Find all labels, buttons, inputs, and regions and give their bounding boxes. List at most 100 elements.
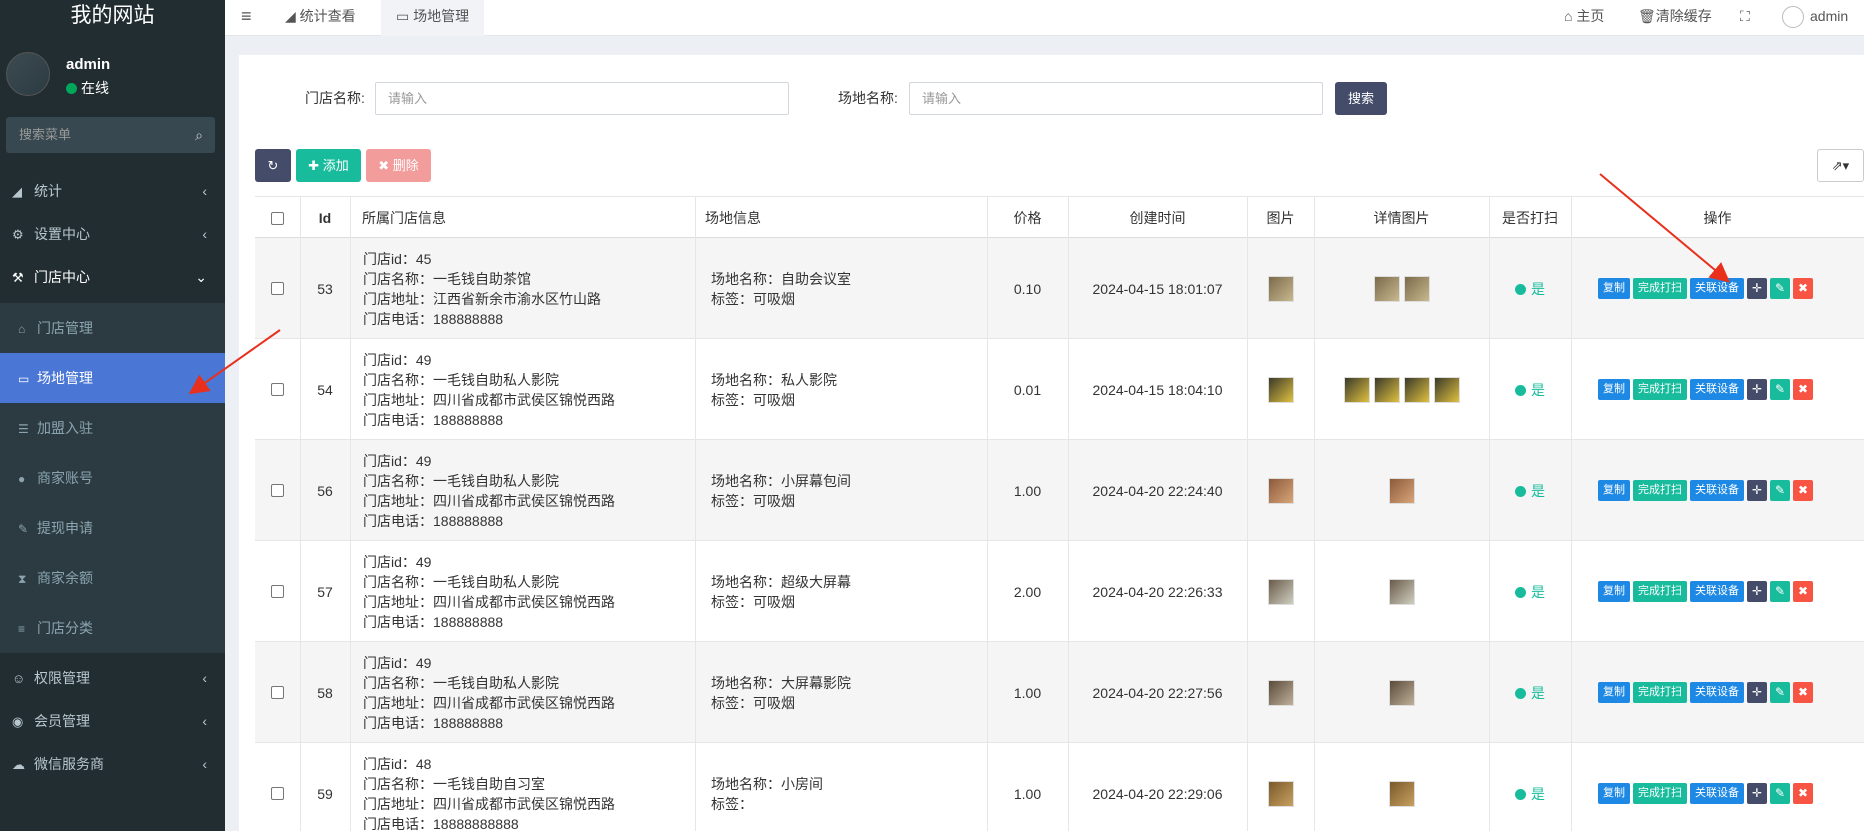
image-thumbnail[interactable] — [1267, 780, 1294, 807]
link-device-button[interactable]: 关联设备 — [1690, 581, 1744, 602]
detail-image-thumbnail[interactable] — [1373, 376, 1400, 403]
detail-image-thumbnail[interactable] — [1388, 578, 1415, 605]
row-checkbox[interactable] — [271, 686, 284, 699]
delete-button[interactable]: ✖ 删除 — [366, 149, 431, 182]
edit-button[interactable]: ✎ — [1770, 783, 1790, 804]
row-checkbox[interactable] — [271, 787, 284, 800]
edit-button[interactable]: ✎ — [1770, 682, 1790, 703]
copy-button[interactable]: 复制 — [1598, 581, 1630, 602]
copy-button[interactable]: 复制 — [1598, 278, 1630, 299]
row-checkbox[interactable] — [271, 282, 284, 295]
site-title[interactable]: 我的网站 — [0, 0, 225, 34]
store-info-cell: 门店id：49 门店名称：一毛钱自助私人影院 门店地址：四川省成都市武侯区锦悦西路门… — [350, 541, 695, 642]
detail-image-thumbnail[interactable] — [1388, 679, 1415, 706]
detail-image-thumbnail[interactable] — [1433, 376, 1460, 403]
fullscreen-icon[interactable]: ⛶ — [1740, 0, 1750, 34]
image-thumbnail[interactable] — [1267, 477, 1294, 504]
row-checkbox[interactable] — [271, 383, 284, 396]
finish-cleaning-button[interactable]: 完成打扫 — [1633, 682, 1687, 703]
image-thumbnail[interactable] — [1267, 578, 1294, 605]
menu-search-input[interactable]: 搜索菜单 ⌕ — [6, 117, 215, 153]
detail-image-thumbnail[interactable] — [1373, 275, 1400, 302]
sidebar-item-store-category[interactable]: ≡ 门店分类 — [0, 603, 225, 653]
edit-button[interactable]: ✎ — [1770, 581, 1790, 602]
delete-row-button[interactable]: ✖ — [1793, 480, 1813, 501]
sidebar-item-venue-manage[interactable]: ▭ 场地管理 — [0, 353, 225, 403]
menu-toggle-icon[interactable]: ≡ — [241, 0, 252, 32]
image-thumbnail[interactable] — [1267, 376, 1294, 403]
copy-button[interactable]: 复制 — [1598, 682, 1630, 703]
export-button[interactable]: ⇗▾ — [1817, 149, 1864, 182]
link-device-button[interactable]: 关联设备 — [1690, 379, 1744, 400]
add-button[interactable]: ✚ 添加 — [296, 149, 361, 182]
link-device-button[interactable]: 关联设备 — [1690, 480, 1744, 501]
detail-image-thumbnail[interactable] — [1343, 376, 1370, 403]
refresh-button[interactable]: ↻ — [255, 149, 291, 182]
admin-menu[interactable]: admin — [1782, 0, 1848, 34]
sidebar-item-withdraw[interactable]: ✎ 提现申请 — [0, 503, 225, 553]
trash-icon: ✖ — [378, 158, 393, 173]
finish-cleaning-button[interactable]: 完成打扫 — [1633, 480, 1687, 501]
image-thumbnail[interactable] — [1267, 275, 1294, 302]
link-device-button[interactable]: 关联设备 — [1690, 278, 1744, 299]
search-icon[interactable]: ⌕ — [195, 117, 203, 153]
drag-handle-icon[interactable]: ✛ — [1747, 278, 1767, 299]
status-dot-icon — [1515, 687, 1526, 699]
store-id: 门店id：48 — [363, 755, 432, 772]
link-device-button[interactable]: 关联设备 — [1690, 682, 1744, 703]
search-button[interactable]: 搜索 — [1335, 82, 1387, 115]
trash-icon: 🗑 — [1638, 8, 1656, 24]
delete-row-button[interactable]: ✖ — [1793, 682, 1813, 703]
copy-button[interactable]: 复制 — [1598, 480, 1630, 501]
detail-image-thumbnail[interactable] — [1403, 376, 1430, 403]
finish-cleaning-button[interactable]: 完成打扫 — [1633, 278, 1687, 299]
online-dot-icon — [66, 83, 77, 94]
tab-stats-view[interactable]: ◢ 统计查看 — [270, 0, 371, 36]
store-phone: 门店电话：188888888 — [363, 310, 504, 327]
drag-handle-icon[interactable]: ✛ — [1747, 682, 1767, 703]
venue-name-input[interactable]: 请输入 — [909, 82, 1323, 115]
finish-cleaning-button[interactable]: 完成打扫 — [1633, 379, 1687, 400]
sidebar-item-merchant-balance[interactable]: ⧗ 商家余额 — [0, 553, 225, 603]
tab-venue-manage[interactable]: ▭ 场地管理 — [381, 0, 485, 36]
image-thumbnail[interactable] — [1267, 679, 1294, 706]
drag-handle-icon[interactable]: ✛ — [1747, 379, 1767, 400]
sidebar-item-join[interactable]: ☰ 加盟入驻 — [0, 403, 225, 453]
header-id[interactable]: Id — [300, 197, 350, 239]
delete-row-button[interactable]: ✖ — [1793, 581, 1813, 602]
home-link[interactable]: ⌂ 主页 — [1564, 0, 1604, 34]
column-divider — [987, 196, 988, 831]
delete-row-button[interactable]: ✖ — [1793, 379, 1813, 400]
drag-handle-icon[interactable]: ✛ — [1747, 581, 1767, 602]
edit-button[interactable]: ✎ — [1770, 480, 1790, 501]
laptop-icon: ▭ — [18, 372, 30, 386]
cleaned-status: 是 — [1515, 380, 1545, 400]
store-info-cell: 门店id：49 门店名称：一毛钱自助私人影院 门店地址：四川省成都市武侯区锦悦西路门… — [350, 440, 695, 541]
row-checkbox[interactable] — [271, 585, 284, 598]
store-name: 门店名称：一毛钱自助私人影院 — [363, 573, 559, 590]
copy-button[interactable]: 复制 — [1598, 379, 1630, 400]
edit-button[interactable]: ✎ — [1770, 278, 1790, 299]
finish-cleaning-button[interactable]: 完成打扫 — [1633, 783, 1687, 804]
row-checkbox[interactable] — [271, 484, 284, 497]
row-id: 54 — [317, 381, 333, 398]
delete-row-button[interactable]: ✖ — [1793, 783, 1813, 804]
detail-image-thumbnail[interactable] — [1403, 275, 1430, 302]
sidebar-item-wechat[interactable]: ☁ 微信服务商 ‹ — [0, 739, 225, 790]
detail-image-thumbnail[interactable] — [1388, 477, 1415, 504]
copy-button[interactable]: 复制 — [1598, 783, 1630, 804]
drag-handle-icon[interactable]: ✛ — [1747, 783, 1767, 804]
drag-handle-icon[interactable]: ✛ — [1747, 480, 1767, 501]
sidebar-item-store-manage[interactable]: ⌂ 门店管理 — [0, 303, 225, 353]
delete-row-button[interactable]: ✖ — [1793, 278, 1813, 299]
clear-cache-link[interactable]: 🗑清除缓存 — [1638, 0, 1712, 34]
store-name-input[interactable]: 请输入 — [375, 82, 789, 115]
sidebar-item-merchant-account[interactable]: ● 商家账号 — [0, 453, 225, 503]
select-all-checkbox[interactable] — [271, 212, 284, 225]
link-device-button[interactable]: 关联设备 — [1690, 783, 1744, 804]
finish-cleaning-button[interactable]: 完成打扫 — [1633, 581, 1687, 602]
header-checkbox-cell — [255, 197, 300, 239]
edit-button[interactable]: ✎ — [1770, 379, 1790, 400]
sidebar-item-store-center[interactable]: ⚒ 门店中心 ⌄ — [0, 252, 225, 303]
detail-image-thumbnail[interactable] — [1388, 780, 1415, 807]
